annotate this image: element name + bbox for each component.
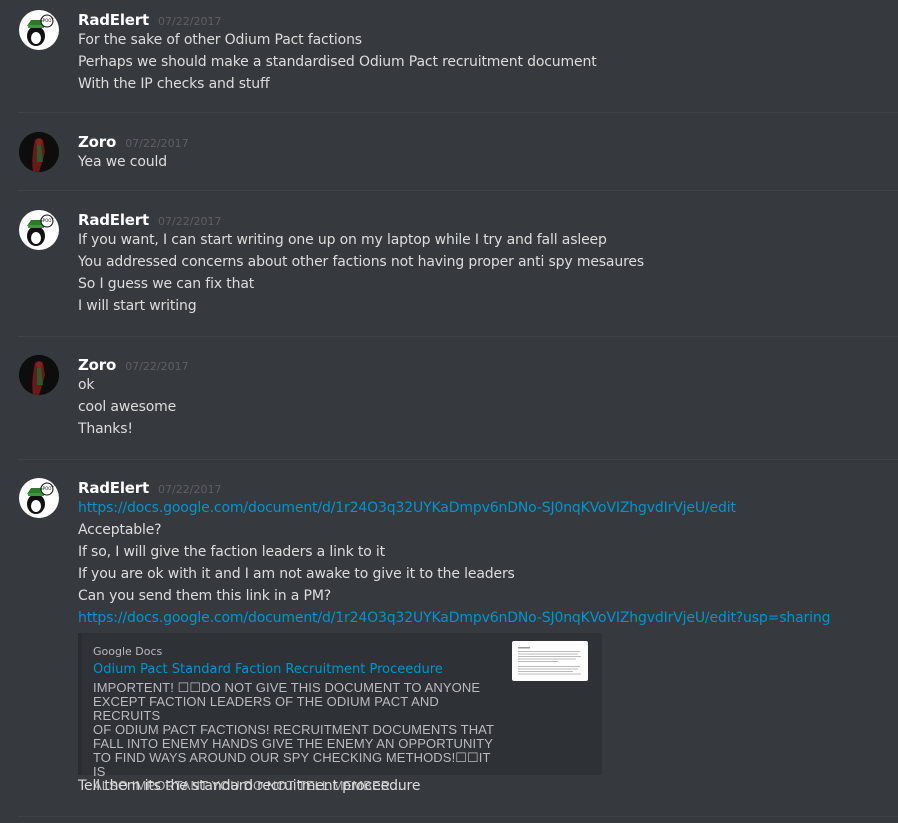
timestamp: 07/22/2017	[125, 137, 189, 150]
embed-title-link[interactable]: Odium Pact Standard Faction Recruitment …	[93, 662, 443, 677]
message-text: ok	[78, 377, 95, 393]
message-text: You addressed concerns about other facti…	[78, 254, 644, 270]
svg-text:SPOOT: SPOOT	[40, 18, 54, 23]
avatar[interactable]: SPOOT	[19, 478, 59, 518]
message-text: Acceptable?	[78, 522, 162, 538]
embed-description-line: OF ODIUM PACT FACTIONS! RECRUITMENT DOCU…	[93, 722, 495, 737]
timestamp: 07/22/2017	[158, 215, 222, 228]
author-name[interactable]: RadElert	[78, 211, 149, 229]
avatar[interactable]	[19, 132, 59, 172]
message-group: SPOOT RadElert 07/22/2017 If you want, I…	[0, 210, 898, 322]
message-text: Perhaps we should make a standardised Od…	[78, 54, 597, 70]
message-text: I will start writing	[78, 298, 197, 314]
message-text: Tell them its the standard recruitment p…	[78, 778, 421, 794]
message-text: So I guess we can fix that	[78, 276, 255, 292]
avatar[interactable]: SPOOT	[19, 10, 59, 50]
divider	[18, 112, 898, 113]
divider	[18, 816, 898, 817]
message-text: Yea we could	[78, 154, 167, 170]
message-text: cool awesome	[78, 399, 177, 415]
divider	[18, 459, 898, 460]
message-group: SPOOT RadElert 07/22/2017 For the sake o…	[0, 10, 898, 100]
author-name[interactable]: RadElert	[78, 479, 149, 497]
embed-description-line: FALL INTO ENEMY HANDS GIVE THE ENEMY AN …	[93, 736, 494, 751]
author-name[interactable]: RadElert	[78, 11, 149, 29]
message-text: For the sake of other Odium Pact faction…	[78, 32, 362, 48]
message-text: If you want, I can start writing one up …	[78, 232, 607, 248]
author-name[interactable]: Zoro	[78, 356, 116, 374]
embed-description: IMPORTENT! ☐☐DO NOT GIVE THIS DOCUMENT T…	[93, 681, 503, 793]
document-thumbnail[interactable]	[512, 641, 588, 681]
message-text: With the IP checks and stuff	[78, 76, 270, 92]
message-link[interactable]: https://docs.google.com/document/d/1r24O…	[78, 610, 831, 626]
divider	[18, 336, 898, 337]
message-text: Can you send them this link in a PM?	[78, 588, 332, 604]
embed-provider: Google Docs	[93, 645, 163, 658]
avatar[interactable]	[19, 355, 59, 395]
message-group: Zoro 07/22/2017 Yea we could	[0, 132, 898, 182]
embed-description-line: EXCEPT FACTION LEADERS OF THE ODIUM PACT…	[93, 694, 439, 723]
message-link[interactable]: https://docs.google.com/document/d/1r24O…	[78, 500, 736, 516]
message-text: If so, I will give the faction leaders a…	[78, 544, 385, 560]
message-group: Zoro 07/22/2017 ok cool awesome Thanks!	[0, 355, 898, 445]
link-embed: Google Docs Odium Pact Standard Faction …	[78, 633, 602, 793]
timestamp: 07/22/2017	[158, 15, 222, 28]
divider	[18, 190, 898, 191]
svg-text:SPOOT: SPOOT	[40, 218, 54, 223]
avatar[interactable]: SPOOT	[19, 210, 59, 250]
embed-description-line: IMPORTENT! ☐☐DO NOT GIVE THIS DOCUMENT T…	[93, 680, 481, 695]
embed-description-line: TO FIND WAYS AROUND OUR SPY CHECKING MET…	[93, 750, 491, 779]
timestamp: 07/22/2017	[158, 483, 222, 496]
message-group: SPOOT RadElert 07/22/2017 https://docs.g…	[0, 478, 898, 808]
message-text: If you are ok with it and I am not awake…	[78, 566, 515, 582]
message-text: Thanks!	[78, 421, 133, 437]
svg-text:SPOOT: SPOOT	[40, 486, 54, 491]
timestamp: 07/22/2017	[125, 360, 189, 373]
author-name[interactable]: Zoro	[78, 133, 116, 151]
